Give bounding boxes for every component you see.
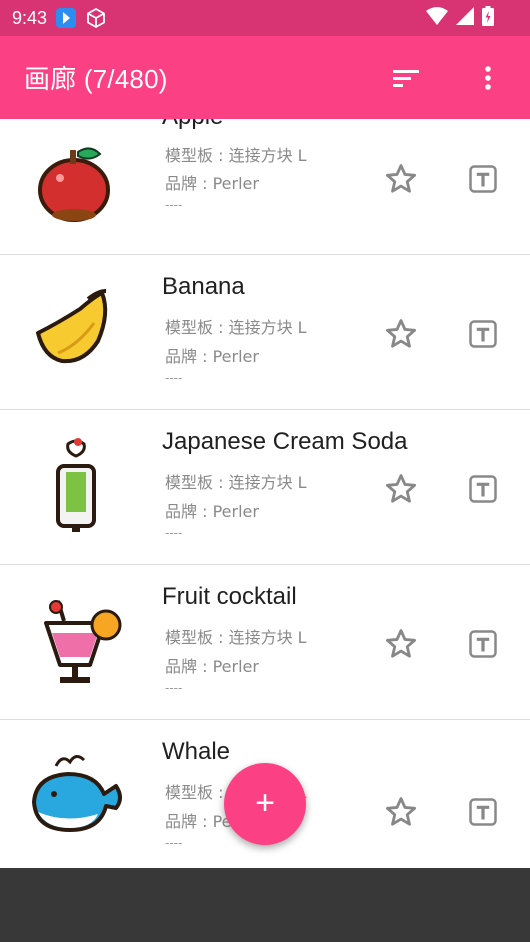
item-note: ---- (165, 371, 183, 385)
favorite-star-icon[interactable] (384, 317, 418, 351)
cream-soda-thumbnail (56, 438, 96, 532)
status-bar: 9:43 (0, 0, 530, 36)
more-options-button[interactable] (466, 56, 510, 100)
item-name: Whale (162, 738, 231, 765)
gallery-list[interactable]: Apple 模型板 : 连接方块 L 品牌 : Perler ---- Bana… (0, 119, 530, 868)
box-icon (85, 7, 107, 29)
more-vert-icon (485, 66, 491, 90)
apple-thumbnail (38, 147, 110, 222)
fruit-cocktail-thumbnail (44, 600, 122, 683)
item-brand: 品牌 : Perler (165, 174, 259, 193)
item-note: ---- (165, 526, 183, 540)
item-note: ---- (165, 198, 183, 212)
cell-signal-icon (456, 7, 474, 29)
sort-icon (393, 70, 419, 87)
text-tag-icon[interactable] (468, 629, 498, 659)
favorite-star-icon[interactable] (384, 795, 418, 829)
add-button[interactable]: + (224, 763, 306, 845)
item-note: ---- (165, 836, 183, 850)
app-bar: 画廊 (7/480) (0, 36, 530, 119)
page-title: 画廊 (7/480) (24, 64, 168, 94)
text-tag-icon[interactable] (468, 319, 498, 349)
text-tag-icon[interactable] (468, 164, 498, 194)
item-name: Fruit cocktail (162, 583, 297, 610)
item-template: 模型板 : 连接方块 L (165, 318, 307, 337)
item-name: Apple (162, 119, 223, 131)
item-brand: 品牌 : Perler (165, 347, 259, 366)
favorite-star-icon[interactable] (384, 627, 418, 661)
item-note: ---- (165, 681, 183, 695)
text-tag-icon[interactable] (468, 474, 498, 504)
sort-button[interactable] (384, 56, 428, 100)
item-name: Japanese Cream Soda (162, 428, 408, 455)
status-time: 9:43 (12, 7, 48, 28)
plus-icon: + (255, 784, 275, 822)
item-template: 模型板 : 连接方块 L (165, 473, 307, 492)
whale-thumbnail (32, 755, 122, 832)
text-tag-icon[interactable] (468, 797, 498, 827)
favorite-star-icon[interactable] (384, 472, 418, 506)
battery-icon (482, 6, 494, 30)
list-item[interactable]: Fruit cocktail 模型板 : 连接方块 L 品牌 : Perler … (0, 565, 530, 720)
item-brand: 品牌 : Perler (165, 502, 259, 521)
item-brand: 品牌 : Perler (165, 657, 259, 676)
wifi-icon (426, 7, 448, 29)
list-item[interactable]: Apple 模型板 : 连接方块 L 品牌 : Perler ---- (0, 119, 530, 255)
list-item[interactable]: Japanese Cream Soda 模型板 : 连接方块 L 品牌 : Pe… (0, 410, 530, 565)
favorite-star-icon[interactable] (384, 162, 418, 196)
item-template: 模型板 : 连接方块 L (165, 628, 307, 647)
item-template: 模型板 : 连接方块 L (165, 146, 307, 165)
list-item[interactable]: Banana 模型板 : 连接方块 L 品牌 : Perler ---- (0, 255, 530, 410)
app-notification-icon (55, 7, 77, 29)
banana-thumbnail (36, 289, 108, 364)
item-name: Banana (162, 273, 245, 300)
